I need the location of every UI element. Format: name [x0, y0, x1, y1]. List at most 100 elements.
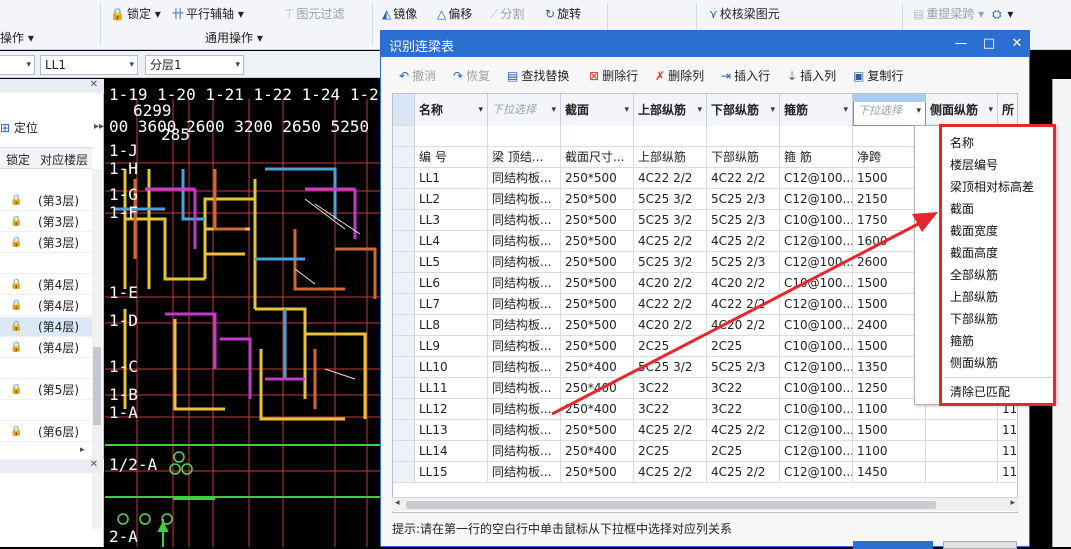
- table-cell[interactable]: LL3: [415, 210, 488, 231]
- table-cell[interactable]: 250*500: [561, 462, 634, 483]
- chevron-down-icon[interactable]: ▾: [770, 94, 775, 126]
- table-cell[interactable]: [561, 126, 634, 147]
- table-cell[interactable]: 同结构板...: [488, 168, 561, 189]
- table-cell[interactable]: LL10: [415, 357, 488, 378]
- table-cell[interactable]: LL8: [415, 315, 488, 336]
- table-subheader-cell[interactable]: 下部纵筋: [707, 147, 780, 168]
- table-cell[interactable]: 同结构板...: [488, 231, 561, 252]
- table-cell[interactable]: 4C25 2/2: [707, 231, 780, 252]
- table-cell[interactable]: 250*400: [561, 399, 634, 420]
- table-cell[interactable]: LL11: [415, 378, 488, 399]
- table-cell[interactable]: [707, 126, 780, 147]
- lock-button[interactable]: 🔒 锁定 ▾: [110, 4, 161, 24]
- table-cell[interactable]: 11#: [998, 420, 1017, 441]
- row-header[interactable]: [393, 315, 415, 336]
- row-header[interactable]: [393, 231, 415, 252]
- table-cell[interactable]: C10@100...: [780, 210, 853, 231]
- table-cell[interactable]: LL7: [415, 294, 488, 315]
- table-cell[interactable]: LL13: [415, 420, 488, 441]
- insert-row-button[interactable]: ⇥ 插入行: [721, 67, 770, 84]
- floor-list-item[interactable]: 🔒 (第4层): [0, 296, 92, 316]
- chevron-down-icon[interactable]: ▾: [988, 94, 993, 126]
- lock-icon[interactable]: 🔒: [10, 338, 22, 358]
- table-cell[interactable]: 5C25 2/3: [707, 252, 780, 273]
- table-cell[interactable]: 250*500: [561, 420, 634, 441]
- menu-item[interactable]: 截面高度: [950, 244, 998, 261]
- menu-item-clear-matched[interactable]: 清除已匹配: [950, 383, 1010, 400]
- table-cell[interactable]: 同结构板...: [488, 441, 561, 462]
- lock-icon[interactable]: 🔒: [10, 296, 22, 316]
- row-header[interactable]: [393, 210, 415, 231]
- table-cell[interactable]: 250*500: [561, 315, 634, 336]
- floor-list-item[interactable]: 🔒 (第4层): [0, 317, 92, 337]
- table-cell[interactable]: 250*500: [561, 336, 634, 357]
- row-header[interactable]: [393, 420, 415, 441]
- row-header[interactable]: [393, 357, 415, 378]
- close-icon[interactable]: ✕: [1007, 34, 1027, 54]
- column-mapping-header[interactable]: 箍筋 ▾: [780, 94, 853, 126]
- offset-button[interactable]: △ 偏移: [437, 4, 472, 24]
- table-cell[interactable]: 250*500: [561, 231, 634, 252]
- table-cell[interactable]: 同结构板...: [488, 252, 561, 273]
- floor-list-item[interactable]: 🔒 (第3层): [0, 212, 92, 232]
- table-cell[interactable]: 5C25 3/2: [634, 357, 707, 378]
- table-cell[interactable]: [415, 126, 488, 147]
- redo-button[interactable]: ↷ 恢复: [453, 67, 490, 84]
- table-subheader-cell[interactable]: 上部纵筋: [634, 147, 707, 168]
- table-cell[interactable]: 250*500: [561, 252, 634, 273]
- table-cell[interactable]: 同结构板...: [488, 378, 561, 399]
- row-header[interactable]: [393, 294, 415, 315]
- split-button[interactable]: ⟋ 分割: [490, 4, 524, 24]
- table-cell[interactable]: LL15: [415, 462, 488, 483]
- table-cell[interactable]: 5C25 2/3: [707, 357, 780, 378]
- menu-item[interactable]: 上部纵筋: [950, 288, 998, 305]
- table-cell[interactable]: 250*500: [561, 189, 634, 210]
- maximize-icon[interactable]: □: [979, 34, 999, 54]
- floor-list-item[interactable]: 🔒 (第3层): [0, 233, 92, 253]
- delete-col-button[interactable]: ✗ 删除列: [655, 67, 704, 84]
- menu-item[interactable]: 梁顶相对标高差: [950, 178, 1034, 195]
- table-cell[interactable]: C12@100...: [780, 462, 853, 483]
- table-cell[interactable]: 3C22: [634, 378, 707, 399]
- table-cell[interactable]: 同结构板...: [488, 420, 561, 441]
- table-cell[interactable]: LL2: [415, 189, 488, 210]
- table-cell[interactable]: 同结构板...: [488, 462, 561, 483]
- table-cell[interactable]: 3C22: [634, 399, 707, 420]
- close-icon[interactable]: ✕: [90, 79, 98, 90]
- row-header[interactable]: [393, 441, 415, 462]
- column-mapping-header[interactable]: 下拉选择 ▾: [488, 94, 561, 126]
- menu-item[interactable]: 楼层编号: [950, 156, 998, 173]
- table-cell[interactable]: 同结构板...: [488, 294, 561, 315]
- table-cell[interactable]: [926, 441, 998, 462]
- table-cell[interactable]: 2C25: [634, 441, 707, 462]
- table-cell[interactable]: [926, 462, 998, 483]
- row-header[interactable]: [393, 168, 415, 189]
- column-mapping-header[interactable]: 下部纵筋 ▾: [707, 94, 780, 126]
- table-cell[interactable]: 同结构板...: [488, 399, 561, 420]
- table-cell[interactable]: 4C25 2/2: [634, 231, 707, 252]
- table-cell[interactable]: C12@100...: [780, 189, 853, 210]
- table-cell[interactable]: 11#: [998, 462, 1017, 483]
- row-header[interactable]: [393, 252, 415, 273]
- table-cell[interactable]: 5C25 2/3: [707, 189, 780, 210]
- table-cell[interactable]: LL9: [415, 336, 488, 357]
- menu-item[interactable]: 全部纵筋: [950, 266, 998, 283]
- row-header[interactable]: [393, 147, 415, 168]
- floor-list-item[interactable]: 🔒 (第6层): [0, 422, 92, 442]
- locate-button[interactable]: ⊞ 定位: [0, 119, 38, 136]
- table-cell[interactable]: LL6: [415, 273, 488, 294]
- table-cell[interactable]: LL12: [415, 399, 488, 420]
- table-cell[interactable]: 4C20 2/2: [707, 315, 780, 336]
- menu-item[interactable]: 箍筋: [950, 332, 974, 349]
- ribbon-extra-icon[interactable]: ⛭ ▾: [992, 4, 1013, 24]
- table-cell[interactable]: [634, 126, 707, 147]
- table-cell[interactable]: 250*500: [561, 210, 634, 231]
- filter-button[interactable]: ⊤ 图元过滤: [284, 4, 344, 24]
- menu-item[interactable]: 截面: [950, 200, 974, 217]
- table-cell[interactable]: C10@100...: [780, 336, 853, 357]
- table-cell[interactable]: 4C25 2/2: [707, 420, 780, 441]
- menu-item[interactable]: 截面宽度: [950, 222, 998, 239]
- insert-col-button[interactable]: ⇣ 插入列: [787, 67, 836, 84]
- floor-list-item[interactable]: 🔒 (第4层): [0, 338, 92, 358]
- mirror-button[interactable]: ◭ 镜像: [382, 4, 417, 24]
